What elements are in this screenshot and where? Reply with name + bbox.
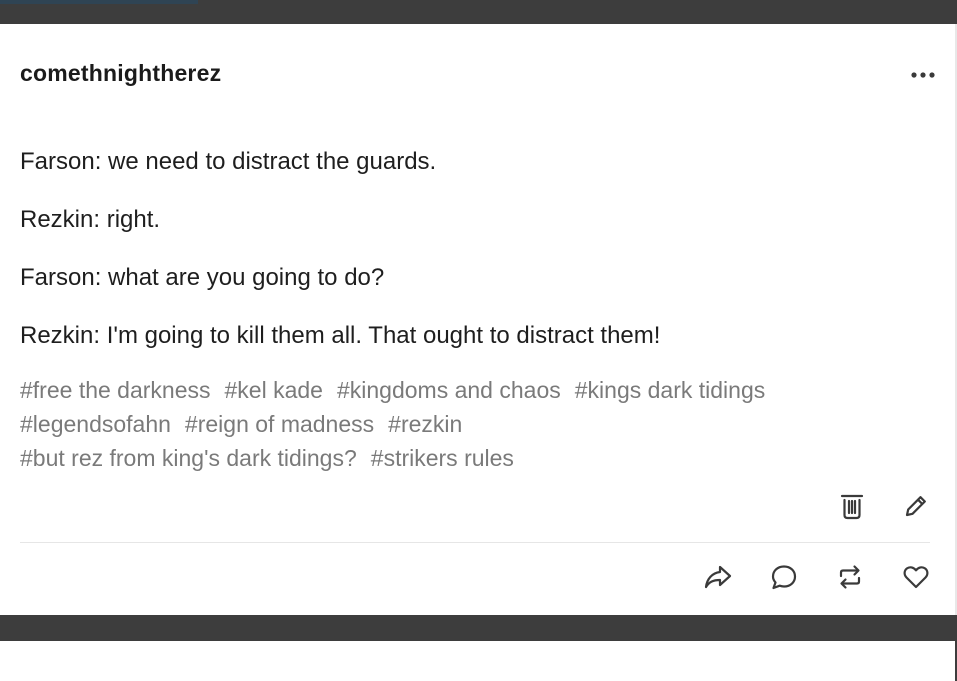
tag-link[interactable]: #rezkin: [388, 411, 462, 437]
tag-link[interactable]: #kingdoms and chaos: [337, 377, 561, 403]
like-button[interactable]: [901, 562, 931, 592]
top-edge-accent: [0, 0, 198, 4]
delete-button[interactable]: [837, 491, 867, 521]
tag-link[interactable]: #reign of madness: [185, 411, 374, 437]
post-footer-actions: [703, 562, 931, 592]
post-line: Rezkin: I'm going to kill them all. That…: [20, 322, 661, 349]
post-line: Rezkin: right.: [20, 206, 161, 233]
post-line: Farson: we need to distract the guards.: [20, 148, 437, 175]
reblog-icon: [839, 565, 861, 589]
post-card: comethnightherez Farson: we need to dist…: [0, 24, 957, 615]
more-options-icon: [911, 72, 935, 78]
footer-divider: [20, 542, 930, 543]
trash-icon: [840, 494, 864, 520]
reply-bubble-icon: [771, 565, 797, 590]
tag-link[interactable]: #legendsofahn: [20, 411, 171, 437]
post-body: Farson: we need to distract the guards. …: [20, 148, 930, 380]
reply-button[interactable]: [769, 562, 799, 592]
edit-button[interactable]: [901, 491, 931, 521]
tag-link[interactable]: #free the darkness: [20, 377, 211, 403]
pencil-icon: [905, 496, 926, 517]
owner-actions: [837, 491, 931, 521]
blog-name-link[interactable]: comethnightherez: [20, 60, 221, 87]
tag-link[interactable]: #but rez from king's dark tidings?: [20, 445, 357, 471]
share-button[interactable]: [703, 562, 733, 592]
heart-icon: [903, 566, 929, 589]
post-tags: #free the darkness #kel kade #kingdoms and…: [20, 373, 930, 475]
tag-link[interactable]: #kel kade: [225, 377, 323, 403]
tag-link[interactable]: #strikers rules: [371, 445, 514, 471]
tag-link[interactable]: #kings dark tidings: [575, 377, 766, 403]
share-icon: [704, 565, 732, 589]
more-options-button[interactable]: [909, 60, 937, 90]
reblog-button[interactable]: [835, 562, 865, 592]
post-line: Farson: what are you going to do?: [20, 264, 385, 291]
next-post-card: [0, 641, 955, 681]
